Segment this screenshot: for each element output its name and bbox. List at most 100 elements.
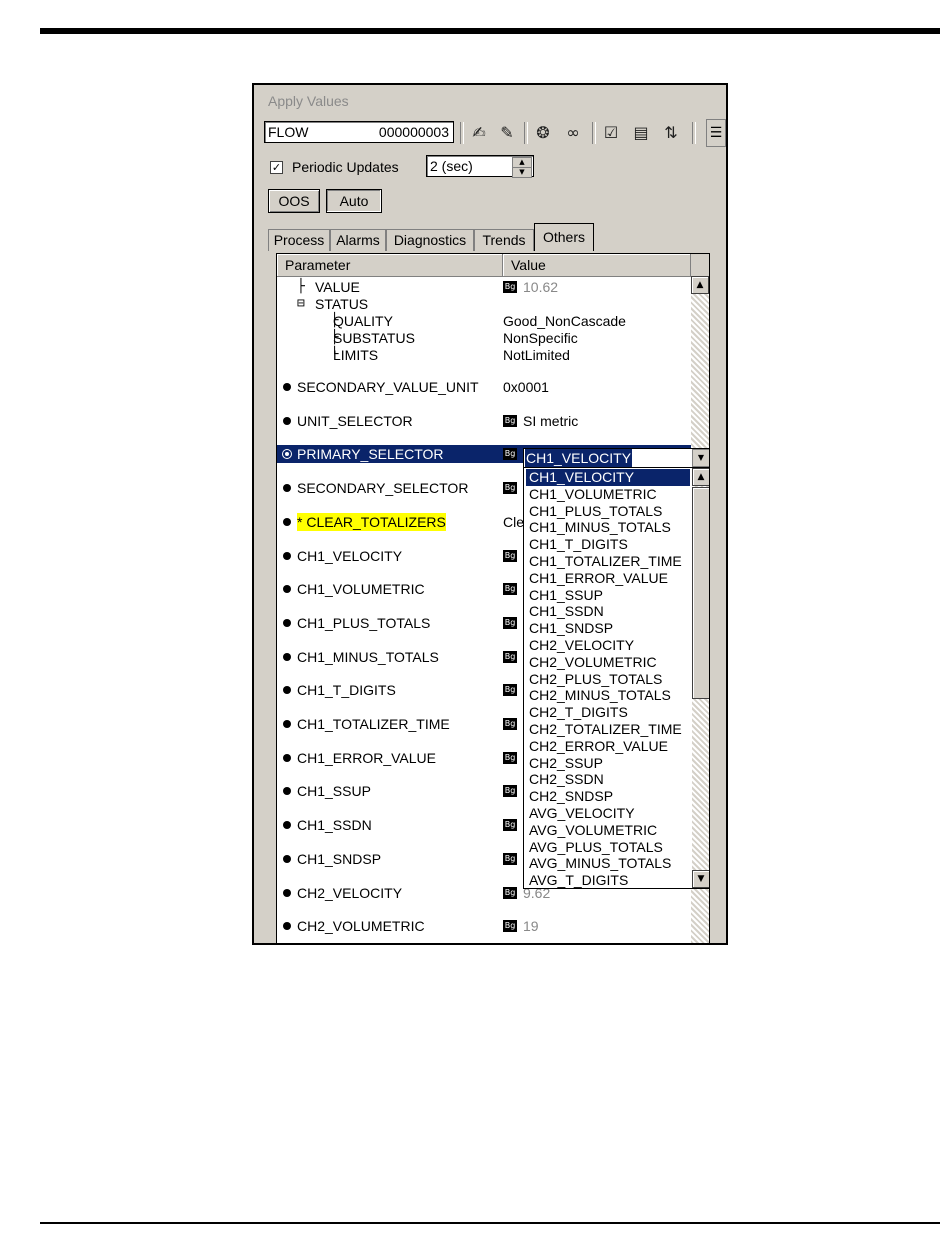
dropdown-scrollbar[interactable]: ▲ ▼ — [692, 468, 709, 888]
dropdown-option[interactable]: AVG_VOLUMETRIC — [526, 822, 690, 839]
toolbar-grip-icon[interactable]: ☰ — [706, 119, 726, 147]
parameter-name: CH1_PLUS_TOTALS — [297, 614, 431, 631]
dropdown-option[interactable]: CH2_TOTALIZER_TIME — [526, 721, 690, 738]
parameter-row[interactable]: SECONDARY_VALUE_UNIT 0x0001 — [277, 378, 691, 396]
parameter-name: PRIMARY_SELECTOR — [297, 446, 444, 463]
parameter-row[interactable]: CH2_VOLUMETRIC Bg 19 — [277, 917, 691, 935]
bullet-icon — [283, 854, 291, 863]
dropdown-option[interactable]: CH2_T_DIGITS — [526, 704, 690, 721]
tree-connector: ├ — [297, 279, 305, 294]
dropdown-option[interactable]: CH1_VOLUMETRIC — [526, 486, 690, 503]
checklist-icon[interactable]: ☑ — [600, 122, 622, 144]
tree-row[interactable]: ├ QUALITY Good_NonCascade — [277, 312, 691, 330]
dropdown-option[interactable]: CH2_MINUS_TOTALS — [526, 687, 690, 704]
dropdown-option[interactable]: AVG_VELOCITY — [526, 805, 690, 822]
scroll-down-icon[interactable]: ▼ — [692, 870, 709, 888]
tag-id: 000000003 — [378, 124, 449, 140]
selector-dropdown-list: CH1_VELOCITY CH1_VOLUMETRIC CH1_PLUS_TOTAL… — [523, 467, 709, 889]
parameter-grid: Parameter Value ├ VALUE Bg 10.62 ⊟ STATUS ├ QU… — [276, 253, 710, 943]
parameter-value: Good_NonCascade — [503, 313, 626, 329]
block-icon: Bg — [503, 281, 517, 293]
apply-values-window: Apply Values FLOW 000000003 ✍ ✎ ❂ ∞ ☑ ▤ … — [252, 83, 728, 945]
dropdown-option[interactable]: CH1_TOTALIZER_TIME — [526, 553, 690, 570]
glasses-icon[interactable]: ∞ — [562, 122, 584, 144]
spin-down-icon[interactable]: ▼ — [512, 167, 532, 178]
parameter-name: SUBSTATUS — [333, 330, 415, 346]
brain-icon[interactable]: ❂ — [532, 122, 554, 144]
scroll-up-icon[interactable]: ▲ — [692, 468, 709, 486]
dropdown-option[interactable]: AVG_MINUS_TOTALS — [526, 855, 690, 872]
block-icon: Bg — [503, 414, 517, 427]
parameter-row[interactable]: UNIT_SELECTOR Bg SI metric — [277, 412, 691, 430]
dropdown-option[interactable]: CH1_SSDN — [526, 603, 690, 620]
tab-others[interactable]: Others — [534, 223, 594, 251]
tree-row[interactable]: ├ VALUE Bg 10.62 — [277, 278, 691, 296]
dropdown-option[interactable]: CH1_VELOCITY — [526, 469, 690, 486]
parameter-name: * CLEAR_TOTALIZERS — [297, 512, 446, 531]
combo-value: CH1_VELOCITY — [525, 449, 633, 467]
block-icon: Bg — [503, 684, 517, 697]
auto-button[interactable]: Auto — [326, 189, 382, 213]
block-icon: Bg — [503, 785, 517, 798]
bullet-icon — [283, 484, 291, 493]
oos-button[interactable]: OOS — [268, 189, 320, 213]
dropdown-option[interactable]: CH2_SSUP — [526, 755, 690, 772]
dropdown-option[interactable]: CH1_MINUS_TOTALS — [526, 519, 690, 536]
column-header-parameter[interactable]: Parameter — [277, 254, 503, 276]
toolbar: FLOW 000000003 ✍ ✎ ❂ ∞ ☑ ▤ ⇅ ☰ — [262, 119, 726, 147]
parameter-name: CH2_VOLUMETRIC — [297, 918, 425, 935]
parameter-name: CH1_VELOCITY — [297, 547, 403, 564]
dropdown-option[interactable]: CH2_PLUS_TOTALS — [526, 671, 690, 688]
toolbar-separator — [692, 122, 696, 144]
parameter-value: 10.62 — [523, 279, 559, 295]
dropdown-option[interactable]: CH2_VOLUMETRIC — [526, 654, 690, 671]
update-interval-spinner[interactable]: 2 (sec) ▲ ▼ — [426, 155, 534, 178]
transfer-icon[interactable]: ⇅ — [660, 122, 682, 144]
tab-diagnostics[interactable]: Diagnostics — [386, 229, 474, 251]
pencil-icon[interactable]: ✎ — [496, 122, 518, 144]
parameter-name: SECONDARY_SELECTOR — [297, 480, 469, 497]
block-icon: Bg — [503, 650, 517, 663]
form-icon[interactable]: ▤ — [630, 122, 652, 144]
periodic-updates-checkbox[interactable]: ✓ — [270, 161, 283, 174]
parameter-name: LIMITS — [333, 347, 379, 363]
tree-row[interactable]: ├ SUBSTATUS NonSpecific — [277, 329, 691, 347]
chevron-down-icon[interactable]: ▼ — [692, 449, 709, 467]
parameter-value: 0x0001 — [503, 379, 549, 395]
tree-row[interactable]: └ LIMITS NotLimited — [277, 346, 691, 364]
top-rule — [40, 28, 940, 34]
block-icon: Bg — [503, 819, 517, 832]
block-icon: Bg — [503, 448, 517, 461]
bullet-icon — [283, 753, 291, 762]
tag-field[interactable]: FLOW 000000003 — [264, 121, 454, 143]
block-icon: Bg — [503, 920, 517, 933]
parameter-value: Cle — [503, 513, 525, 530]
block-icon: Bg — [503, 583, 517, 596]
dropdown-option[interactable]: CH2_SNDSP — [526, 788, 690, 805]
parameter-name: CH1_T_DIGITS — [297, 682, 396, 699]
tab-trends[interactable]: Trends — [474, 229, 534, 251]
dropdown-option[interactable]: CH1_SSUP — [526, 587, 690, 604]
dropdown-option[interactable]: CH2_ERROR_VALUE — [526, 738, 690, 755]
parameter-name: CH1_TOTALIZER_TIME — [297, 716, 450, 732]
dropdown-option[interactable]: CH2_SSDN — [526, 771, 690, 788]
parameter-name: CH1_VOLUMETRIC — [297, 581, 425, 598]
dropdown-option[interactable]: CH1_SNDSP — [526, 620, 690, 637]
tab-alarms[interactable]: Alarms — [330, 229, 386, 251]
block-icon: Bg — [503, 852, 517, 865]
column-header-value[interactable]: Value — [503, 254, 691, 276]
scroll-up-icon[interactable]: ▲ — [691, 276, 709, 294]
dropdown-option[interactable]: CH1_T_DIGITS — [526, 536, 690, 553]
scroll-thumb[interactable] — [692, 487, 709, 699]
parameter-name: SECONDARY_VALUE_UNIT — [297, 379, 479, 395]
dropdown-option[interactable]: AVG_T_DIGITS — [526, 872, 690, 888]
dropdown-option[interactable]: CH1_PLUS_TOTALS — [526, 503, 690, 520]
dropdown-option[interactable]: CH2_VELOCITY — [526, 637, 690, 654]
dropdown-option[interactable]: CH1_ERROR_VALUE — [526, 570, 690, 587]
tab-process[interactable]: Process — [268, 229, 330, 251]
tree-row[interactable]: ⊟ STATUS — [277, 295, 691, 313]
bullet-icon — [283, 618, 291, 627]
dropdown-option[interactable]: AVG_PLUS_TOTALS — [526, 839, 690, 856]
pen-icon[interactable]: ✍ — [468, 122, 490, 144]
primary-selector-combo[interactable]: CH1_VELOCITY ▼ — [523, 448, 709, 468]
